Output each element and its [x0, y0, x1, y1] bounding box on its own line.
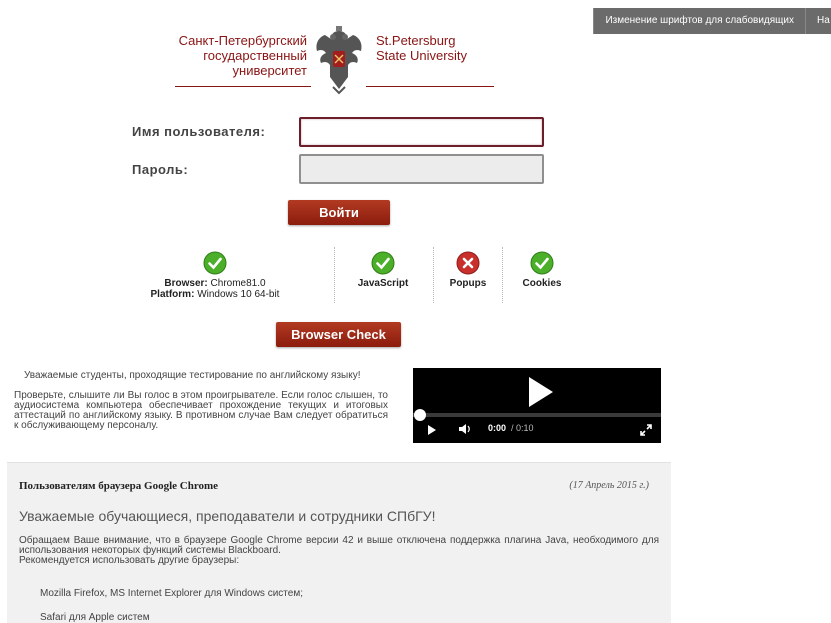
list-item: Mozilla Firefox, MS Internet Explorer дл…	[40, 588, 303, 599]
notice-heading: Уважаемые студенты, проходящие тестирова…	[24, 370, 361, 381]
logo-divider-right	[366, 86, 494, 87]
top-bar: Изменение шрифтов для слабовидящих На	[593, 8, 831, 34]
play-icon[interactable]	[428, 425, 436, 435]
crest-eagle-icon	[316, 26, 362, 95]
university-logo: Санкт-Петербургский государственный унив…	[170, 25, 500, 95]
accessibility-fonts-button[interactable]: Изменение шрифтов для слабовидящих	[593, 8, 805, 34]
seek-bar[interactable]	[413, 413, 661, 417]
announcement-heading: Уважаемые обучающиеся, преподаватели и с…	[19, 508, 436, 524]
check-ok-icon	[371, 251, 395, 275]
volume-icon[interactable]	[458, 423, 472, 435]
javascript-status: JavaScript	[350, 251, 416, 289]
password-input[interactable]	[299, 154, 544, 184]
logo-text-en: St.Petersburg State University	[376, 33, 468, 63]
list-item: Safari для Apple систем	[40, 612, 150, 623]
login-button[interactable]: Войти	[288, 200, 390, 225]
announcement-title: Пользователям браузера Google Chrome	[19, 480, 219, 492]
browser-check-button[interactable]: Browser Check	[276, 322, 401, 347]
seek-handle[interactable]	[414, 409, 426, 421]
cookies-status: Cookies	[516, 251, 568, 289]
status-divider	[433, 247, 434, 303]
next-topbar-button[interactable]: На	[805, 8, 831, 34]
username-label: Имя пользователя:	[132, 124, 266, 139]
status-divider	[502, 247, 503, 303]
check-ok-icon	[203, 251, 227, 275]
status-divider	[334, 247, 335, 303]
password-label: Пароль:	[132, 162, 189, 177]
logo-divider-left	[175, 86, 311, 87]
username-input[interactable]	[299, 117, 544, 147]
audio-player[interactable]: 0:00 / 0:10	[413, 368, 661, 443]
announcement-date: (17 Апрель 2015 г.)	[569, 480, 649, 491]
notice-text: Проверьте, слышите ли Вы голос в этом пр…	[14, 390, 388, 431]
check-ok-icon	[530, 251, 554, 275]
current-time: 0:00	[488, 423, 507, 433]
announcement-panel: Пользователям браузера Google Chrome (17…	[7, 462, 671, 623]
big-play-icon[interactable]	[529, 377, 553, 407]
popups-status: Popups	[444, 251, 492, 289]
browser-status: Browser: Chrome81.0 Platform: Windows 10…	[150, 251, 280, 300]
duration: / 0:10	[511, 423, 534, 433]
logo-text-ru: Санкт-Петербургский государственный унив…	[178, 33, 307, 78]
fullscreen-icon[interactable]	[640, 424, 652, 436]
announcement-body: Обращаем Ваше внимание, что в браузере G…	[19, 535, 659, 566]
check-fail-icon	[456, 251, 480, 275]
